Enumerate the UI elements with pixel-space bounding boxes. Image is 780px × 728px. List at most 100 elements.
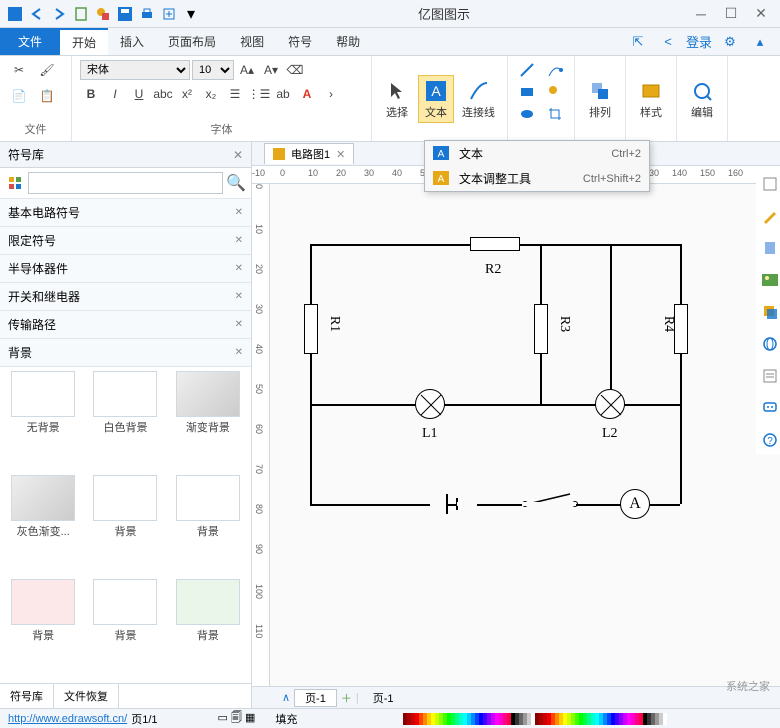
gear-icon[interactable]: ⚙ (718, 32, 742, 52)
tool-help-icon[interactable]: ? (760, 430, 780, 450)
tool-layers-icon[interactable] (760, 302, 780, 322)
menu-start[interactable]: 开始 (60, 28, 108, 55)
italic-icon[interactable]: I (104, 84, 126, 104)
canvas[interactable]: R1 R2 R3 R4 L1 (270, 184, 780, 686)
text-button[interactable]: A 文本 (418, 75, 454, 123)
category-close-icon[interactable]: ✕ (235, 319, 243, 330)
tool-globe-icon[interactable] (760, 334, 780, 354)
style-button[interactable]: 样式 (634, 76, 668, 122)
close-button[interactable]: ✕ (746, 3, 776, 25)
dropdown-item-text[interactable]: A 文本 Ctrl+2 (425, 141, 649, 166)
thumb-item[interactable]: 灰色渐变... (4, 475, 82, 575)
underline-icon[interactable]: U (128, 84, 150, 104)
menu-view[interactable]: 视图 (228, 28, 276, 55)
superscript-icon[interactable]: x² (176, 84, 198, 104)
collapse-ribbon-icon[interactable]: ▴ (748, 32, 772, 52)
line-spacing-icon[interactable]: ☰ (224, 84, 246, 104)
thumb-item[interactable]: 背景 (169, 579, 247, 679)
tool-note-icon[interactable] (760, 366, 780, 386)
ellipse-tool-icon[interactable] (516, 104, 538, 124)
status-view-icons[interactable]: ▭ 🗐 ▦ (218, 709, 256, 728)
page-tab-1[interactable]: 页-1 (294, 689, 337, 707)
category-item[interactable]: 传输路径✕ (0, 311, 251, 339)
highlight-icon[interactable]: ab (272, 84, 294, 104)
edit-button[interactable]: 编辑 (685, 76, 719, 122)
thumb-item[interactable]: 渐变背景 (169, 371, 247, 471)
menu-symbol[interactable]: 符号 (276, 28, 324, 55)
category-close-icon[interactable]: ✕ (235, 291, 243, 302)
select-button[interactable]: 选择 (380, 76, 414, 122)
grow-font-icon[interactable]: A▴ (236, 60, 258, 80)
thumb-item[interactable]: 无背景 (4, 371, 82, 471)
dropdown-item-text-adjust[interactable]: A 文本调整工具 Ctrl+Shift+2 (425, 166, 649, 191)
cut-icon[interactable]: ✂ (8, 60, 30, 80)
more-font-icon[interactable]: › (320, 84, 342, 104)
category-item[interactable]: 开关和继电器✕ (0, 283, 251, 311)
font-name-select[interactable]: 宋体 (80, 60, 190, 80)
save-icon[interactable] (114, 3, 136, 25)
strike-icon[interactable]: abc (152, 84, 174, 104)
paste-icon[interactable]: 📋 (36, 86, 58, 106)
maximize-button[interactable]: ☐ (716, 3, 746, 25)
app-icon[interactable] (4, 3, 26, 25)
menu-insert[interactable]: 插入 (108, 28, 156, 55)
minimize-button[interactable]: ─ (686, 3, 716, 25)
category-item[interactable]: 限定符号✕ (0, 227, 251, 255)
clear-format-icon[interactable]: ⌫ (284, 60, 306, 80)
font-color-icon[interactable]: A (296, 84, 318, 104)
tool-comment-icon[interactable] (760, 398, 780, 418)
tool-new-icon[interactable] (760, 174, 780, 194)
thumb-item[interactable]: 背景 (86, 579, 164, 679)
search-icon[interactable]: 🔍 (225, 172, 247, 194)
category-close-icon[interactable]: ✕ (235, 263, 243, 274)
sidebar-search-input[interactable] (28, 172, 223, 194)
rect-tool-icon[interactable] (516, 82, 538, 102)
category-item[interactable]: 半导体器件✕ (0, 255, 251, 283)
connector-button[interactable]: 连接线 (458, 76, 499, 122)
doc-tab-close-icon[interactable]: ✕ (336, 148, 345, 161)
page-add-icon[interactable]: ＋ (341, 690, 352, 706)
menu-file[interactable]: 文件 (0, 28, 60, 55)
thumb-item[interactable]: 背景 (169, 475, 247, 575)
menu-help[interactable]: 帮助 (324, 28, 372, 55)
tool-page-icon[interactable] (760, 238, 780, 258)
share-out-icon[interactable]: ⇱ (626, 32, 650, 52)
category-item[interactable]: 基本电路符号✕ (0, 199, 251, 227)
doc-tab[interactable]: 电路图1 ✕ (264, 143, 354, 164)
new-icon[interactable] (70, 3, 92, 25)
bullets-icon[interactable]: ⋮☰ (248, 84, 270, 104)
bold-icon[interactable]: B (80, 84, 102, 104)
thumb-item[interactable]: 背景 (4, 579, 82, 679)
undo-icon[interactable] (26, 3, 48, 25)
qat-dropdown-icon[interactable]: ▾ (180, 3, 202, 25)
category-close-icon[interactable]: ✕ (235, 207, 243, 218)
copy-icon[interactable]: 📄 (8, 86, 30, 106)
line-tool-icon[interactable] (516, 60, 538, 80)
redo-icon[interactable] (48, 3, 70, 25)
sidebar-lib-icon[interactable] (4, 172, 26, 194)
shapes-icon[interactable] (92, 3, 114, 25)
font-size-select[interactable]: 10 (192, 60, 234, 80)
category-close-icon[interactable]: ✕ (235, 235, 243, 246)
sidebar-close-icon[interactable]: ✕ (233, 148, 243, 162)
export-icon[interactable] (158, 3, 180, 25)
tool-pen-icon[interactable] (760, 206, 780, 226)
shape-tool-icon[interactable] (544, 82, 566, 102)
category-close-icon[interactable]: ✕ (235, 347, 243, 358)
color-swatches[interactable] (297, 713, 772, 725)
crop-tool-icon[interactable] (544, 104, 566, 124)
print-icon[interactable] (136, 3, 158, 25)
sidebar-tab-recover[interactable]: 文件恢复 (54, 684, 119, 708)
curve-tool-icon[interactable] (544, 60, 566, 80)
arrange-button[interactable]: 排列 (583, 76, 617, 122)
format-painter-icon[interactable]: 🖌 (36, 60, 58, 80)
page-tab-2[interactable]: 页-1 (363, 690, 404, 706)
thumb-item[interactable]: 背景 (86, 475, 164, 575)
page-nav-prev-icon[interactable]: ∧ (282, 691, 290, 704)
login-link[interactable]: 登录 (686, 32, 712, 52)
shrink-font-icon[interactable]: A▾ (260, 60, 282, 80)
sidebar-tab-library[interactable]: 符号库 (0, 684, 54, 708)
subscript-icon[interactable]: x₂ (200, 84, 222, 104)
tool-image-icon[interactable] (760, 270, 780, 290)
share-icon[interactable]: < (656, 32, 680, 52)
